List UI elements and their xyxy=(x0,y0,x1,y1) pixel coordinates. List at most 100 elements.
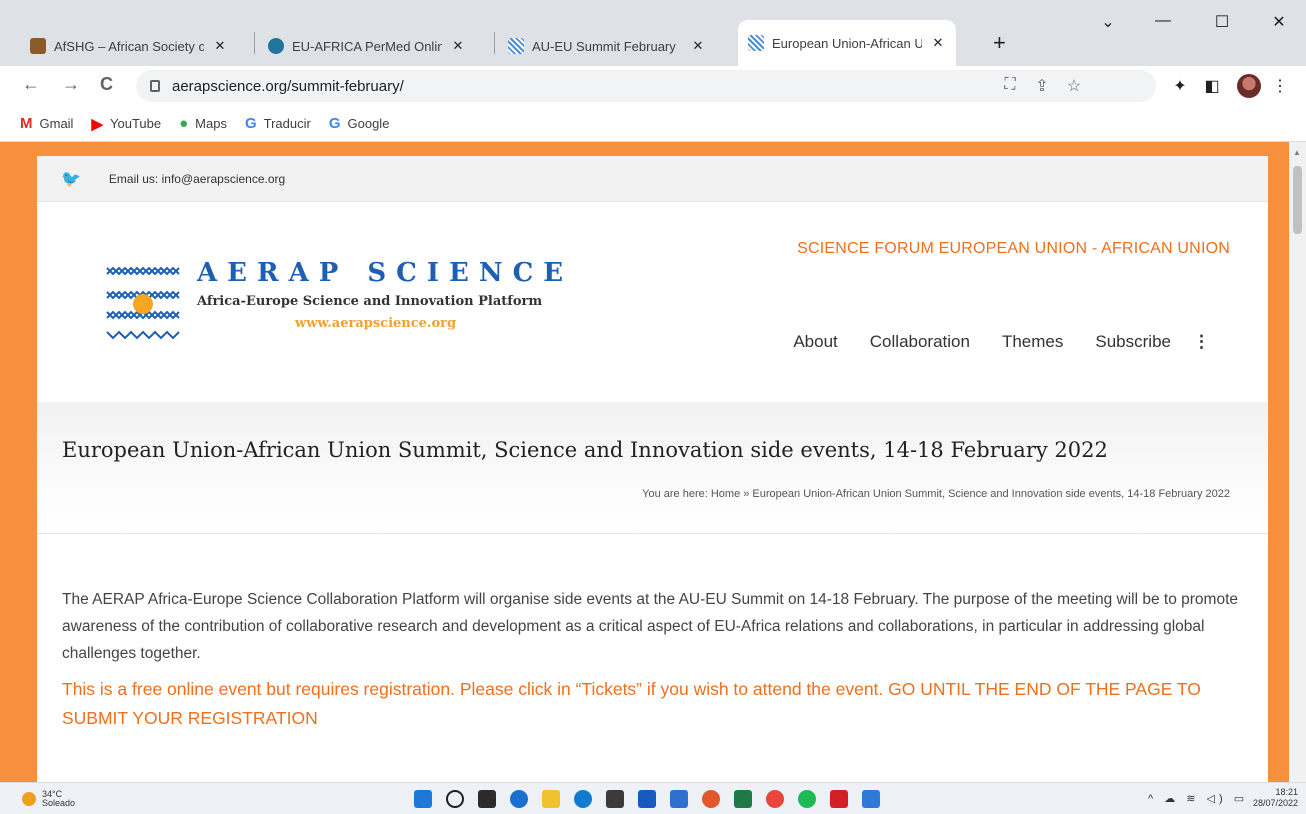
chrome-icon[interactable] xyxy=(766,790,784,808)
reload-button[interactable]: C xyxy=(100,74,113,95)
page-scrollbar[interactable]: ▲ xyxy=(1289,142,1306,782)
tab-title: European Union-African Union xyxy=(772,35,922,51)
twitter-icon[interactable]: 🐦 xyxy=(61,169,81,189)
taskbar-apps xyxy=(414,790,894,808)
main-menu: About Collaboration Themes Subscribe ⋮ xyxy=(761,332,1210,352)
youtube-icon: ▶ xyxy=(91,115,103,133)
new-tab-button[interactable]: + xyxy=(993,30,1006,56)
maps-icon: ● xyxy=(179,115,189,132)
app-icon[interactable] xyxy=(702,790,720,808)
close-tab-icon[interactable]: ✕ xyxy=(690,38,706,54)
kebab-menu-icon[interactable]: ⋮ xyxy=(1270,76,1290,96)
bookmark-label: Gmail xyxy=(39,116,74,131)
scrollbar-thumb[interactable] xyxy=(1293,166,1302,234)
tab-eu-african-union[interactable]: European Union-African Union ✕ xyxy=(738,20,956,66)
lock-icon xyxy=(150,80,160,92)
bookmark-traducir[interactable]: G Traducir xyxy=(245,115,311,132)
maximize-button[interactable]: ☐ xyxy=(1207,12,1237,32)
back-button[interactable]: ← xyxy=(22,74,40,95)
start-icon[interactable] xyxy=(414,790,432,808)
clock[interactable]: 18:21 28/07/2022 xyxy=(1253,787,1298,809)
bookmark-label: YouTube xyxy=(110,116,162,131)
bookmark-label: Traducir xyxy=(263,116,311,131)
tab-title: AU-EU Summit February xyxy=(532,38,676,54)
bookmark-label: Google xyxy=(347,116,390,131)
tab-afshg[interactable]: AfSHG – African Society of Human Genetic… xyxy=(20,26,238,66)
contact-email[interactable]: Email us: info@aerapscience.org xyxy=(109,172,285,186)
bookmark-youtube[interactable]: ▶ YouTube xyxy=(91,115,161,133)
page-viewport: 🐦 Email us: info@aerapscience.org SCIENC… xyxy=(0,142,1306,782)
bookmark-maps[interactable]: ● Maps xyxy=(179,115,227,132)
sidepanel-icon[interactable]: ◧ xyxy=(1202,76,1222,96)
weather-widget[interactable]: 34°C Soleado xyxy=(22,790,75,808)
tab-separator xyxy=(494,32,495,54)
bookmark-google[interactable]: G Google xyxy=(329,115,390,132)
bookmark-label: Maps xyxy=(195,116,227,131)
word-icon[interactable] xyxy=(638,790,656,808)
tab-search-icon[interactable]: ⌄ xyxy=(1093,12,1123,32)
translate-icon[interactable]: ⛶ xyxy=(1000,76,1020,94)
bookmarks-bar: M Gmail ▶ YouTube ● Maps G Traducir G Go… xyxy=(0,106,1306,142)
page-title-bar: European Union-African Union Summit, Sci… xyxy=(37,402,1268,534)
spotify-icon[interactable] xyxy=(798,790,816,808)
chat-icon[interactable] xyxy=(510,790,528,808)
menu-more-icon[interactable]: ⋮ xyxy=(1193,332,1210,352)
tab-title: EU-AFRICA PerMed Online xyxy=(292,38,442,54)
task-view-icon[interactable] xyxy=(478,790,496,808)
close-tab-icon[interactable]: ✕ xyxy=(450,38,466,54)
site-logo[interactable]: AERAP SCIENCE Africa-Europe Science and … xyxy=(105,258,585,358)
site-header: SCIENCE FORUM EUROPEAN UNION - AFRICAN U… xyxy=(37,202,1268,402)
registration-notice: This is a free online event but requires… xyxy=(62,679,1201,728)
weather-condition: Soleado xyxy=(42,798,76,808)
excel-icon[interactable] xyxy=(734,790,752,808)
store-icon[interactable] xyxy=(606,790,624,808)
tab-title: AfSHG – African Society of Human Genetic… xyxy=(54,38,204,54)
logo-url: www.aerapscience.org xyxy=(295,316,457,331)
star-icon[interactable]: ☆ xyxy=(1064,76,1084,96)
bookmark-gmail[interactable]: M Gmail xyxy=(20,115,73,132)
share-icon[interactable]: ⇪ xyxy=(1032,76,1052,96)
address-url: aerapscience.org/summit-february/ xyxy=(172,77,404,95)
menu-item-collaboration[interactable]: Collaboration xyxy=(870,332,970,352)
photos-icon[interactable] xyxy=(862,790,880,808)
intro-paragraph: The AERAP Africa-Europe Science Collabor… xyxy=(62,591,1239,662)
page-content: The AERAP Africa-Europe Science Collabor… xyxy=(37,534,1268,733)
close-tab-icon[interactable]: ✕ xyxy=(212,38,228,54)
acrobat-icon[interactable] xyxy=(830,790,848,808)
logo-subtitle: Africa-Europe Science and Innovation Pla… xyxy=(197,294,543,309)
forum-title: SCIENCE FORUM EUROPEAN UNION - AFRICAN U… xyxy=(797,240,1230,257)
edge-icon[interactable] xyxy=(574,790,592,808)
forward-button[interactable]: → xyxy=(62,74,80,95)
minimize-button[interactable]: — xyxy=(1148,12,1178,30)
profile-avatar[interactable] xyxy=(1237,74,1261,98)
tab-permed[interactable]: EU-AFRICA PerMed Online ✕ xyxy=(258,26,476,66)
date: 28/07/2022 xyxy=(1252,798,1298,808)
tab-separator xyxy=(254,32,255,54)
site-topbar: 🐦 Email us: info@aerapscience.org xyxy=(37,156,1268,202)
tab-au-eu-summit[interactable]: AU-EU Summit February ✕ xyxy=(498,26,716,66)
browser-toolbar: ← → C aerapscience.org/summit-february/ … xyxy=(0,66,1306,106)
menu-item-subscribe[interactable]: Subscribe xyxy=(1095,332,1171,352)
breadcrumb[interactable]: You are here: Home » European Union-Afri… xyxy=(642,488,1230,500)
menu-item-about[interactable]: About xyxy=(793,332,837,352)
taskbar: 34°C Soleado ^ ☁ ≋ ◁) ▭ 18:21 28/07/2022 xyxy=(0,782,1306,814)
file-explorer-icon[interactable] xyxy=(542,790,560,808)
system-tray[interactable]: ^ ☁ ≋ ◁) ▭ xyxy=(1148,792,1248,805)
close-window-button[interactable]: ✕ xyxy=(1264,12,1294,32)
outlook-icon[interactable] xyxy=(670,790,688,808)
translate-icon: G xyxy=(244,115,257,132)
aerap-favicon-icon xyxy=(748,35,764,51)
close-tab-icon[interactable]: ✕ xyxy=(930,35,946,51)
aerap-logo-icon xyxy=(106,266,180,340)
sun-icon xyxy=(22,792,36,806)
site-container: 🐦 Email us: info@aerapscience.org SCIENC… xyxy=(37,156,1268,782)
menu-item-themes[interactable]: Themes xyxy=(1002,332,1063,352)
google-icon: G xyxy=(328,115,341,132)
extensions-icon[interactable]: ✦ xyxy=(1170,76,1190,96)
page-title: European Union-African Union Summit, Sci… xyxy=(62,438,1108,462)
scroll-up-icon[interactable]: ▲ xyxy=(1293,148,1301,157)
search-icon[interactable] xyxy=(446,790,464,808)
time: 18:21 xyxy=(1275,787,1298,797)
afshg-favicon-icon xyxy=(30,38,46,54)
tab-strip: AfSHG – African Society of Human Genetic… xyxy=(0,0,1306,66)
